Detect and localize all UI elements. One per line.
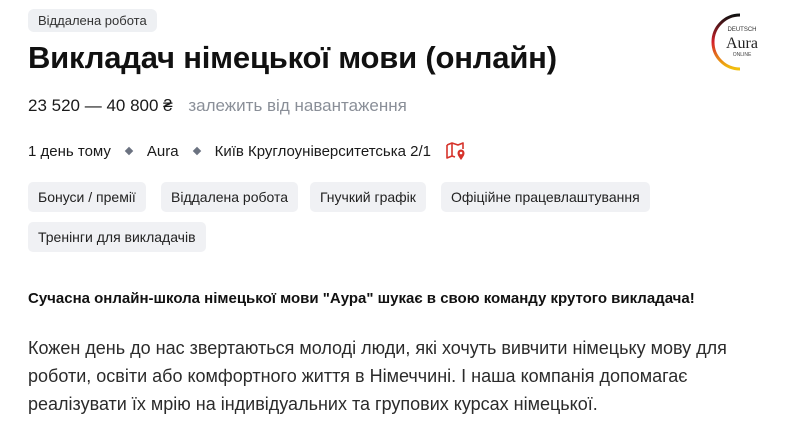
salary-range: 23 520 — 40 800 ₴ [28,96,173,115]
separator-dot [192,146,201,156]
description-lead: Сучасна онлайн-школа німецької мови "Аур… [28,290,695,307]
page-title: Викладач німецької мови (онлайн) [28,40,557,75]
company-name[interactable]: Aura [147,143,179,160]
description-paragraph: Кожен день до нас звертаються молоді люд… [28,334,768,418]
benefit-chip: Віддалена робота [161,182,299,212]
benefit-chip: Гнучкий графік [310,182,426,212]
paragraph-line: реалізувати їх мрію на індивідуальних та… [28,394,598,414]
benefit-chip: Тренінги для викладачів [28,222,206,252]
posted-date: 1 день тому [28,142,111,160]
salary-row: 23 520 — 40 800 ₴ залежить від навантаже… [28,96,407,116]
company-logo[interactable]: DEUTSCH Aura ONLINE [709,11,771,73]
job-meta: 1 день тому Aura Київ Круглоуніверситетс… [28,140,467,162]
benefit-chip: Офіційне працевлаштування [441,182,650,212]
salary-note: залежить від навантаження [188,96,407,115]
paragraph-line: Кожен день до нас звертаються молоді люд… [28,338,727,358]
paragraph-line: роботи, освіти або комфортного життя в Н… [28,366,688,386]
map-pin-icon[interactable] [445,140,467,162]
job-location: Київ Круглоуніверситетська 2/1 [214,142,431,160]
remote-work-badge: Віддалена робота [28,9,157,32]
logo-brand-text: Aura [726,35,758,52]
logo-bottom-text: ONLINE [733,52,752,58]
separator-dot [124,146,134,156]
benefit-chip: Бонуси / премії [28,182,146,212]
aura-logo-icon: DEUTSCH Aura ONLINE [711,13,758,71]
logo-top-text: DEUTSCH [727,27,756,33]
